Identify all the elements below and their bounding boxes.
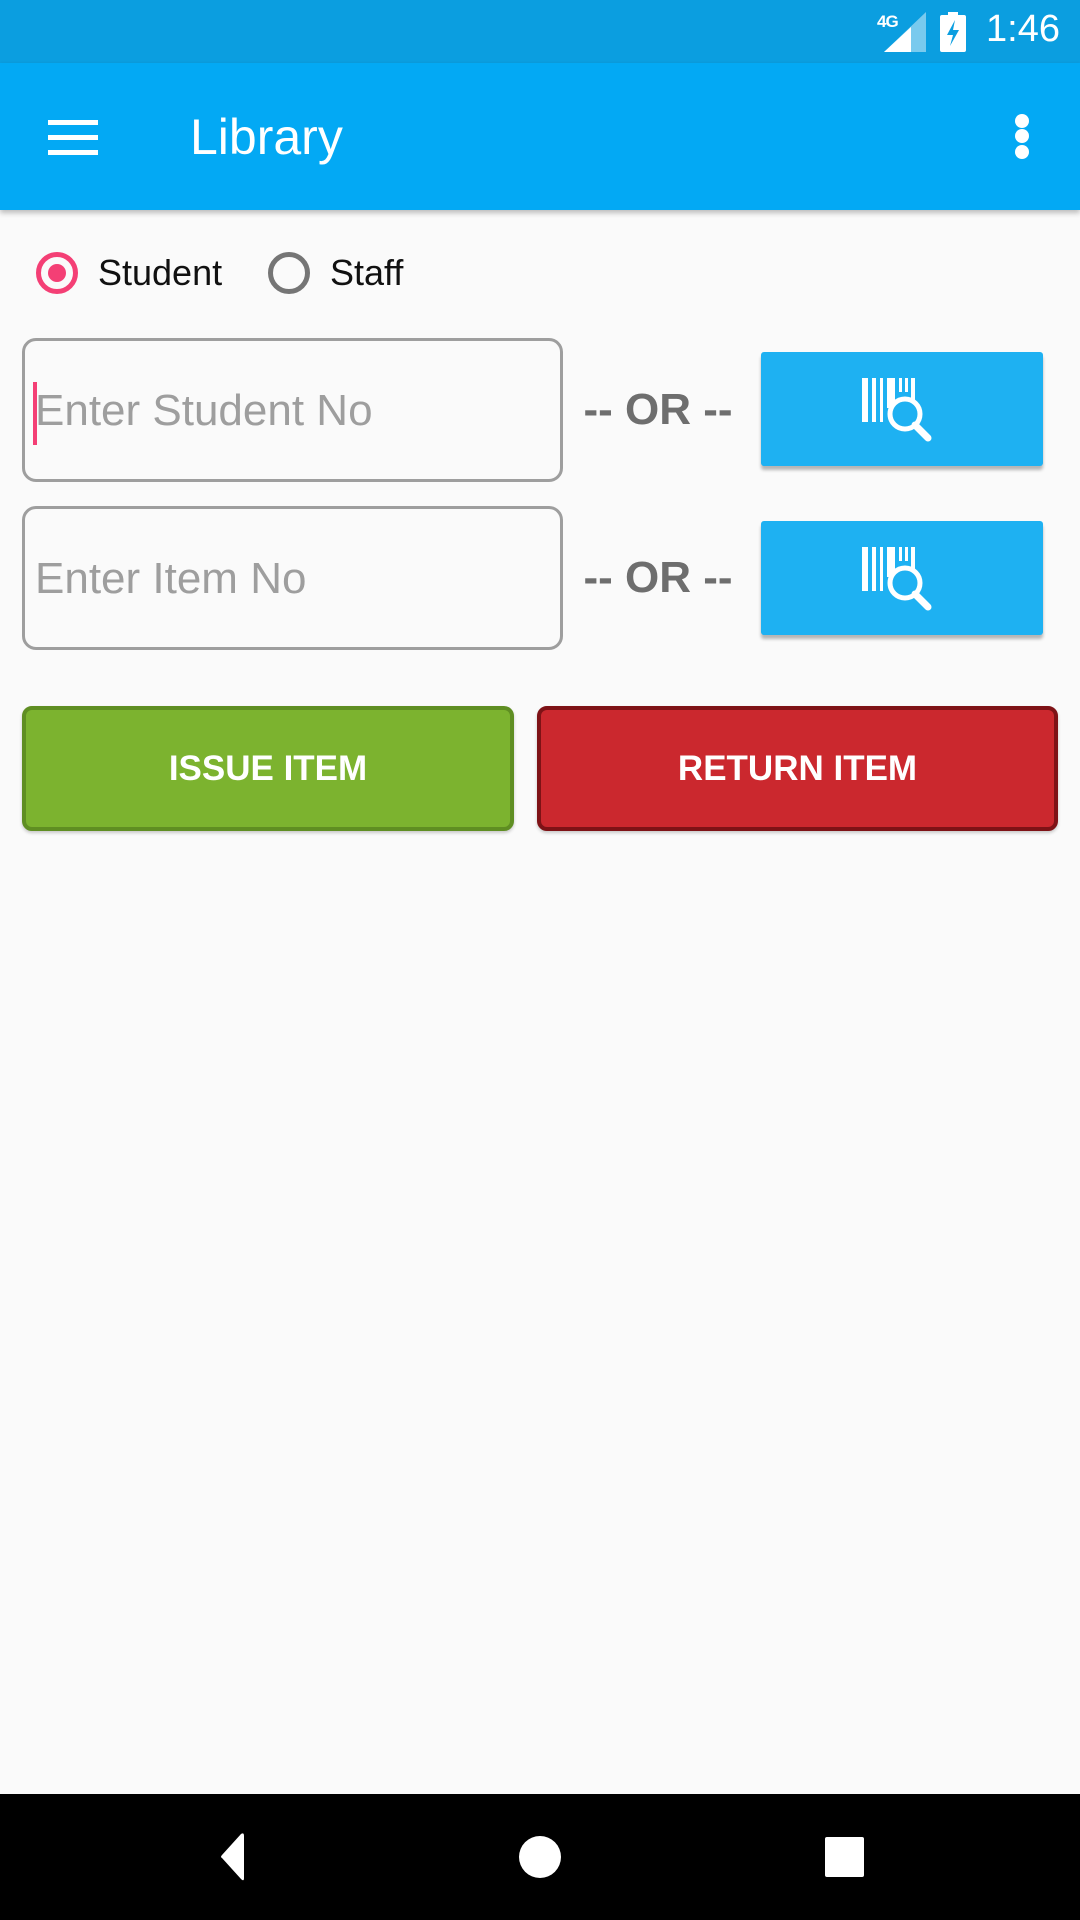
app-bar: Library: [0, 63, 1080, 210]
back-icon[interactable]: [204, 1827, 264, 1887]
item-no-field[interactable]: [22, 506, 563, 650]
radio-staff-label: Staff: [330, 252, 404, 293]
scan-student-barcode-button[interactable]: [761, 352, 1043, 466]
home-icon[interactable]: [510, 1827, 570, 1887]
status-bar: 4G 1:46: [0, 0, 1080, 63]
radio-checked-icon: [36, 252, 78, 294]
student-no-field[interactable]: [22, 338, 563, 482]
issue-item-button[interactable]: ISSUE ITEM: [22, 706, 514, 831]
barcode-search-icon: [862, 378, 932, 442]
hamburger-menu-icon[interactable]: [40, 103, 106, 169]
barcode-search-icon: [862, 547, 932, 611]
return-item-button[interactable]: RETURN ITEM: [537, 706, 1058, 831]
radio-staff[interactable]: Staff: [268, 238, 403, 308]
member-type-radio-group: Student Staff: [0, 238, 500, 308]
recents-icon[interactable]: [814, 1827, 874, 1887]
scan-item-barcode-button[interactable]: [761, 521, 1043, 635]
student-no-input[interactable]: [33, 341, 557, 481]
more-vert-icon[interactable]: [1000, 103, 1044, 169]
item-or-label: -- OR --: [583, 553, 733, 602]
radio-unchecked-icon: [268, 252, 310, 294]
navigation-bar: [0, 1794, 1080, 1920]
clock: 1:46: [986, 8, 1060, 50]
radio-student[interactable]: Student: [36, 238, 222, 308]
app-title: Library: [190, 109, 343, 165]
battery-charging-icon: [940, 12, 966, 52]
signal-icon: [884, 12, 926, 52]
item-no-input[interactable]: [33, 509, 557, 649]
student-or-label: -- OR --: [583, 385, 733, 434]
radio-student-label: Student: [98, 252, 223, 293]
